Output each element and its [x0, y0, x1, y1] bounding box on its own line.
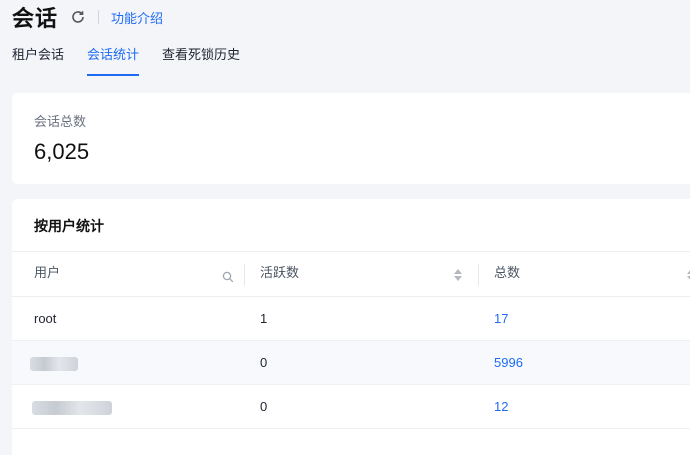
- session-total-card: 会话总数 6,025: [12, 93, 690, 184]
- sort-icon[interactable]: [453, 267, 463, 286]
- table-header: 用户 活跃数 总数: [12, 251, 690, 297]
- table-row[interactable]: root 1 17: [12, 297, 690, 341]
- user-stats-title: 按用户统计: [34, 219, 104, 235]
- user-stats-table: 用户 活跃数 总数 root 1 17 0 5996 0 12: [12, 251, 690, 429]
- cell-total-link[interactable]: 12: [494, 385, 508, 429]
- sort-icon[interactable]: [686, 267, 690, 286]
- column-header-active: 活跃数: [260, 266, 300, 281]
- column-separator: [478, 264, 479, 286]
- refresh-icon[interactable]: [70, 9, 86, 25]
- column-header-total: 总数: [494, 266, 521, 281]
- search-icon[interactable]: [222, 268, 234, 287]
- cell-active: 0: [260, 399, 268, 414]
- redacted-username: [32, 401, 112, 415]
- table-row[interactable]: 0 5996: [12, 341, 690, 385]
- cell-active: 1: [260, 311, 268, 326]
- cell-user: root: [34, 311, 57, 326]
- user-stats-card: 按用户统计 用户 活跃数 总数 root 1 17 0 5996 0 12: [12, 199, 690, 455]
- tab-bar: 租户会话 会话统计 查看死锁历史: [12, 44, 263, 76]
- tab-session-stats[interactable]: 会话统计: [87, 44, 140, 76]
- page-header: 会话 功能介绍: [12, 2, 163, 32]
- redacted-username: [30, 357, 78, 371]
- column-separator: [244, 264, 245, 286]
- cell-total-link[interactable]: 17: [494, 297, 508, 341]
- header-divider: [98, 10, 100, 24]
- page-title: 会话: [12, 7, 59, 32]
- tab-deadlock-history[interactable]: 查看死锁历史: [162, 44, 240, 76]
- feature-intro-link[interactable]: 功能介绍: [111, 8, 163, 27]
- session-total-label: 会话总数: [34, 115, 87, 130]
- column-header-user: 用户: [34, 266, 61, 281]
- tab-tenant-sessions[interactable]: 租户会话: [12, 44, 64, 76]
- table-row[interactable]: 0 12: [12, 385, 690, 429]
- session-total-value: 6,025: [34, 139, 90, 164]
- cell-active: 0: [260, 355, 268, 370]
- cell-total-link[interactable]: 5996: [494, 341, 523, 385]
